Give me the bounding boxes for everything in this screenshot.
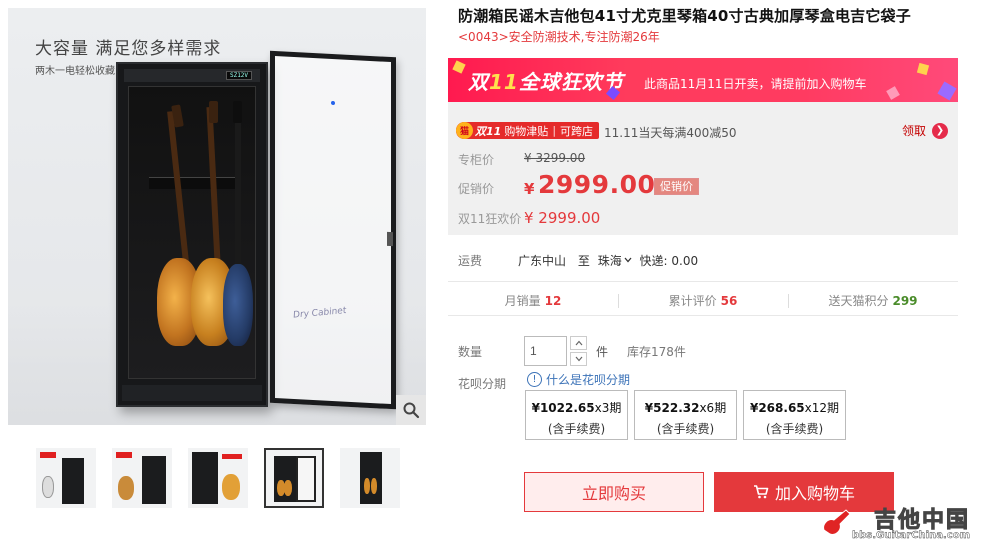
claim-coupon-link[interactable]: 领取 ❯	[902, 122, 948, 139]
cabinet-illustration: SZ12V	[116, 62, 268, 407]
cabinet-rail	[149, 177, 235, 189]
promo-text: 此商品11月11日开卖，请提前加入购物车	[644, 77, 867, 91]
thumbnail-5[interactable]	[340, 448, 400, 508]
quantity-label: 数量	[458, 345, 483, 359]
stock-count: 库存178件	[627, 345, 686, 359]
chevron-down-icon	[575, 356, 582, 362]
cart-icon	[753, 485, 769, 499]
quantity-unit: 件	[596, 345, 609, 359]
tmall-points: 送天猫积分 299	[828, 294, 918, 308]
question-icon: !	[527, 372, 542, 387]
quantity-input[interactable]	[524, 336, 567, 366]
monthly-sales: 月销量 12	[504, 294, 562, 308]
door-indicator	[331, 100, 335, 106]
double11-logo: 双11全球狂欢节	[468, 70, 624, 94]
original-price: ¥ 3299.00	[524, 151, 586, 165]
guitar-neck	[167, 111, 191, 281]
image-banner-subtitle: 两木一电轻松收藏	[35, 66, 115, 77]
shipping-row: 运费 广东中山 至 珠海 快递: 0.00	[448, 246, 958, 282]
chevron-up-icon	[575, 340, 582, 346]
review-count[interactable]: 累计评价 56	[618, 292, 788, 309]
destination-selector[interactable]: 珠海	[598, 254, 632, 268]
price-panel: 猫 双11 购物津贴 | 可跨店 11.11当天每满400减50 领取 ❯ 专柜…	[448, 102, 958, 235]
confetti-icon	[916, 62, 930, 76]
chevron-down-icon	[624, 257, 632, 263]
site-watermark: 吉他中国 bbs.GuitarChina.com	[816, 502, 976, 546]
installment-plan-3[interactable]: ¥1022.65x3期 (含手续费)	[525, 390, 628, 440]
installment-plan-6[interactable]: ¥522.32x6期 (含手续费)	[634, 390, 737, 440]
confetti-icon	[886, 86, 900, 100]
cabinet-base	[122, 385, 262, 401]
guitar-logo-icon	[823, 509, 851, 535]
quantity-increase-button[interactable]	[570, 336, 587, 350]
product-subtitle: <0043>安全防潮技术,专注防潮26年	[458, 30, 660, 44]
thumbnail-4[interactable]	[264, 448, 324, 508]
double11-price: ¥ 2999.00	[524, 209, 601, 227]
huabei-label: 花呗分期	[458, 377, 507, 391]
guitar-neck	[235, 107, 241, 282]
door-text: Dry Cabinet	[292, 305, 348, 321]
huabei-help-link[interactable]: ! 什么是花呗分期	[527, 371, 630, 388]
sale-price: 2999.00	[538, 170, 656, 199]
confetti-icon	[452, 60, 466, 74]
magnifier-icon	[403, 402, 420, 419]
chevron-right-icon: ❯	[932, 122, 948, 139]
guitar-head	[233, 101, 242, 123]
shipping-details: 广东中山 至 珠海 快递: 0.00	[518, 254, 699, 268]
cabinet-interior	[128, 86, 256, 379]
buy-now-button[interactable]: 立即购买	[524, 472, 704, 512]
image-banner-title: 大容量 满足您多样需求	[35, 39, 222, 59]
cabinet-top-panel: SZ12V	[124, 69, 260, 82]
thumbnail-1[interactable]	[36, 448, 96, 508]
guitar-neck	[206, 106, 222, 283]
door-handle	[387, 231, 393, 247]
watermark-url: bbs.GuitarChina.com	[851, 530, 970, 541]
double11-promo-banner[interactable]: 双11全球狂欢节 此商品11月11日开卖，请提前加入购物车	[448, 58, 958, 102]
guitar-body	[223, 264, 253, 346]
quantity-decrease-button[interactable]	[570, 352, 587, 366]
allowance-note: 11.11当天每满400减50	[604, 126, 737, 140]
cabinet-door: Dry Cabinet	[270, 50, 396, 410]
thumbnail-strip	[36, 448, 416, 508]
installment-plan-12[interactable]: ¥268.65x12期 (含手续费)	[743, 390, 846, 440]
tmall-cat-icon: 猫	[456, 122, 473, 139]
cabinet-display: SZ12V	[226, 71, 252, 80]
original-price-label: 专柜价	[458, 153, 495, 167]
product-title: 防潮箱民谣木吉他包41寸尤克里琴箱40寸古典加厚琴盒电吉它袋子	[458, 7, 911, 25]
sale-price-label: 促销价	[458, 182, 495, 196]
thumbnail-2[interactable]	[112, 448, 172, 508]
thumbnail-3[interactable]	[188, 448, 248, 508]
shopping-allowance-badge: 猫 双11 购物津贴 | 可跨店	[456, 122, 600, 139]
sale-badge: 促销价	[654, 178, 699, 195]
main-product-image[interactable]: 大容量 满足您多样需求 两木一电轻松收藏 SZ12V Dry Cabinet	[8, 8, 426, 425]
zoom-button[interactable]	[396, 395, 426, 425]
shipping-label: 运费	[458, 254, 483, 268]
guitar-head	[209, 101, 218, 123]
confetti-icon	[937, 81, 957, 101]
stats-row: 月销量 12 累计评价 56 送天猫积分 299	[448, 286, 958, 316]
double11-price-label: 双11狂欢价	[458, 212, 522, 226]
sale-currency: ¥	[524, 180, 535, 198]
